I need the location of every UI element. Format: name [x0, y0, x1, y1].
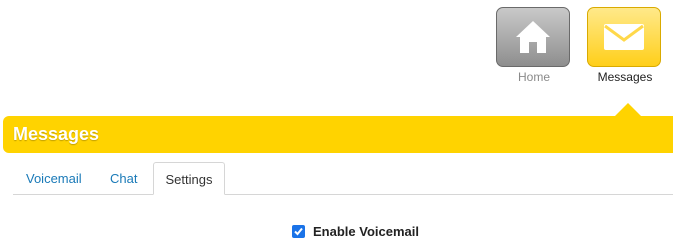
checkmark-icon [294, 227, 303, 235]
messages-tile-button[interactable] [587, 7, 661, 67]
enable-voicemail-checkbox[interactable] [292, 224, 305, 238]
nav-messages[interactable]: Messages [587, 7, 663, 84]
messages-label: Messages [597, 70, 653, 84]
tab-chat[interactable]: Chat [110, 162, 137, 195]
enable-voicemail-option: Enable Voicemail [292, 222, 419, 240]
section-banner: Messages [3, 116, 673, 153]
banner-pointer [614, 103, 642, 117]
home-label: Home [517, 70, 550, 84]
home-tile-button[interactable] [496, 7, 570, 67]
page-title: Messages [13, 124, 100, 144]
nav-home[interactable]: Home [496, 7, 572, 84]
home-icon [516, 21, 550, 53]
tab-settings[interactable]: Settings [153, 162, 225, 195]
tab-bar: Voicemail Chat Settings [13, 162, 673, 195]
enable-voicemail-label[interactable]: Enable Voicemail [313, 224, 419, 239]
tab-voicemail[interactable]: Voicemail [26, 162, 82, 195]
envelope-icon [604, 24, 644, 50]
